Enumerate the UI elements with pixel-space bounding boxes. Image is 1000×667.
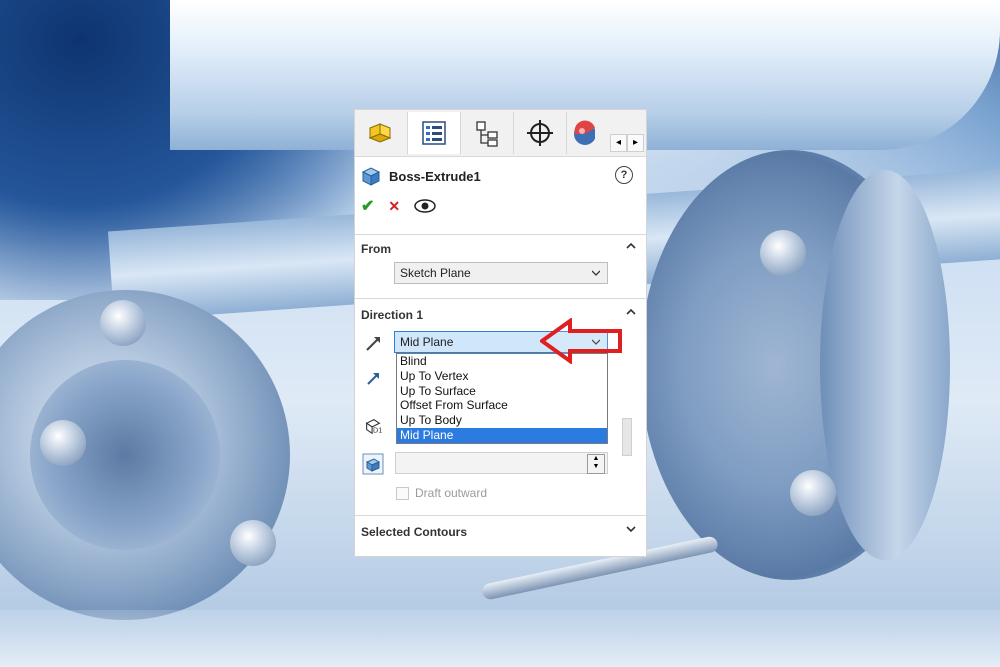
- red-callout-arrow: [540, 318, 622, 364]
- tab-configuration-manager[interactable]: [461, 112, 514, 154]
- direction1-group-title: Direction 1: [361, 308, 424, 322]
- tab-property-manager[interactable]: [408, 112, 461, 154]
- chevron-up-icon[interactable]: [626, 307, 636, 317]
- feature-title: Boss-Extrude1: [389, 168, 481, 184]
- draft-toggle-icon[interactable]: [362, 453, 384, 475]
- tab-feature-manager[interactable]: [355, 112, 408, 154]
- eye-preview-icon[interactable]: [414, 199, 436, 213]
- reverse-direction-icon[interactable]: [364, 333, 384, 353]
- background-bolt: [760, 230, 806, 276]
- tab-dimxpert-manager[interactable]: [514, 112, 567, 154]
- draft-outward-checkbox[interactable]: [396, 486, 409, 500]
- end-condition-value: Mid Plane: [400, 335, 454, 349]
- chevron-up-icon[interactable]: [626, 241, 636, 251]
- background-bolt: [100, 300, 146, 346]
- chevron-down-icon[interactable]: [626, 524, 636, 534]
- tab-scroll-buttons: ◂ ▸: [610, 134, 644, 152]
- dropdown-option-offset-from-surface[interactable]: Offset From Surface: [397, 398, 607, 413]
- appearance-sphere-icon: [574, 120, 595, 145]
- background-bolt: [40, 420, 86, 466]
- from-select-value: Sketch Plane: [400, 266, 471, 280]
- background-bolt: [790, 470, 836, 516]
- configuration-tree-icon: [476, 121, 498, 147]
- draft-outward-label: Draft outward: [415, 486, 488, 500]
- from-group-title: From: [361, 242, 391, 256]
- dropdown-option-up-to-body[interactable]: Up To Body: [397, 413, 607, 428]
- manager-tab-bar: ◂ ▸: [355, 110, 646, 157]
- background-floor: [0, 610, 1000, 667]
- depth-dimension-icon[interactable]: D1: [363, 416, 383, 436]
- background-flange-right-rim: [820, 170, 950, 560]
- selected-contours-group-header[interactable]: Selected Contours: [355, 515, 646, 546]
- dropdown-option-mid-plane[interactable]: Mid Plane: [397, 427, 607, 443]
- action-buttons: ✔ ✕: [361, 196, 436, 216]
- ok-button[interactable]: ✔: [361, 196, 374, 216]
- tab-display-manager[interactable]: [567, 112, 597, 154]
- tab-scroll-right-button[interactable]: ▸: [627, 134, 644, 152]
- selected-contours-title: Selected Contours: [361, 525, 468, 539]
- crosshair-icon: [527, 120, 553, 146]
- end-condition-dropdown-list: Blind Up To Vertex Up To Surface Offset …: [396, 353, 608, 444]
- cancel-button[interactable]: ✕: [388, 198, 400, 215]
- help-icon[interactable]: ?: [615, 166, 633, 184]
- tab-scroll-left-button[interactable]: ◂: [610, 134, 627, 152]
- background-bolt: [230, 520, 276, 566]
- chevron-down-icon: [592, 270, 600, 276]
- from-group-header[interactable]: From: [355, 234, 646, 257]
- draft-angle-input[interactable]: ▲ ▼: [395, 452, 608, 474]
- direction-arrow-icon[interactable]: [364, 368, 384, 388]
- panel-scrollbar-thumb[interactable]: [622, 418, 632, 456]
- draft-angle-spinner[interactable]: ▲ ▼: [587, 454, 605, 474]
- dropdown-option-up-to-surface[interactable]: Up To Surface: [397, 384, 607, 399]
- property-list-icon: [422, 121, 446, 145]
- feature-title-row: Boss-Extrude1 ?: [361, 164, 639, 188]
- feature-part-icon: [368, 123, 392, 143]
- svg-text:D1: D1: [373, 425, 382, 434]
- draft-outward-row: Draft outward: [396, 486, 487, 500]
- from-select[interactable]: Sketch Plane: [394, 262, 608, 284]
- boss-extrude-icon: [361, 167, 381, 186]
- dropdown-option-up-to-vertex[interactable]: Up To Vertex: [397, 369, 607, 384]
